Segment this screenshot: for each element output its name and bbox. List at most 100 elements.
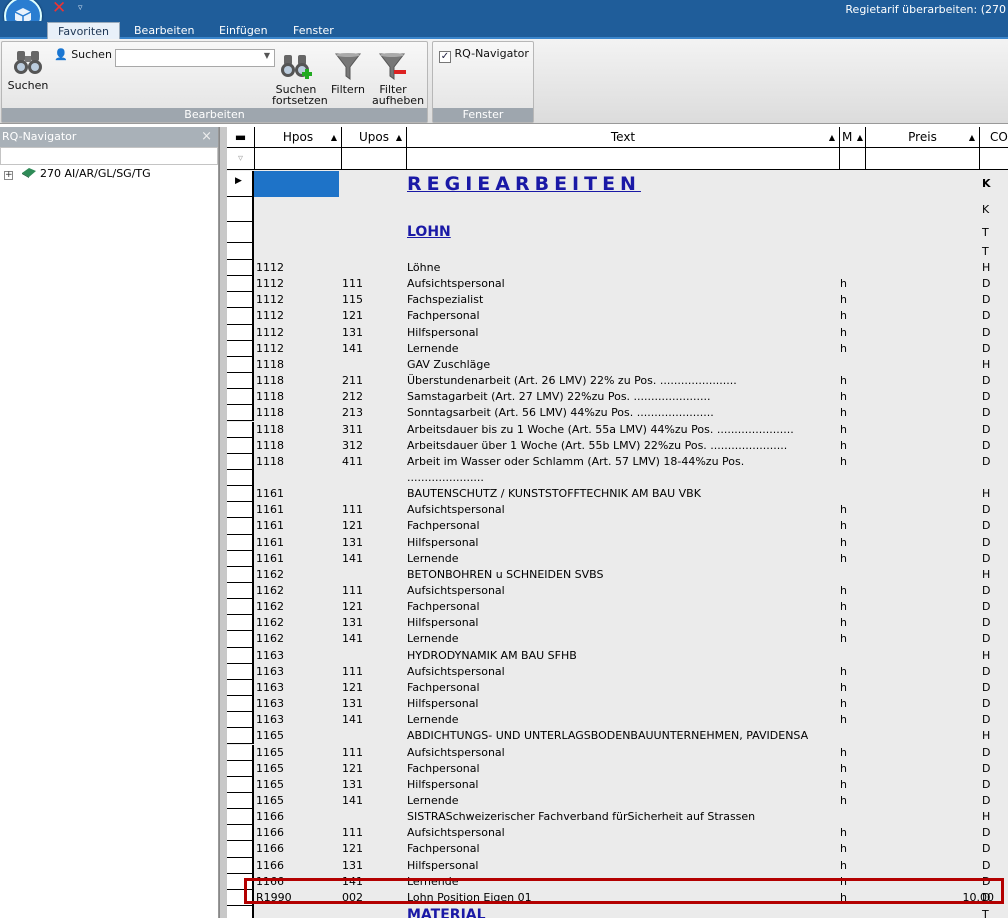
table-row[interactable]: K (254, 197, 1008, 222)
table-row[interactable]: 1165 111 Aufsichtspersonal h D (254, 745, 1008, 761)
table-row[interactable]: 1162 111 Aufsichtspersonal h D (254, 583, 1008, 599)
filtern-button[interactable]: Filtern (330, 52, 366, 95)
table-row[interactable]: 1163 121 Fachpersonal h D (254, 680, 1008, 696)
close-icon[interactable]: ✕ (52, 0, 66, 18)
table-row[interactable]: 1112 141 Lernende h D (254, 341, 1008, 357)
table-row[interactable]: 1162 121 Fachpersonal h D (254, 599, 1008, 615)
rq-navigator-checkbox[interactable]: ✓ RQ-Navigator (439, 48, 529, 63)
column-header-co[interactable]: CO (979, 127, 1008, 148)
row-selector[interactable] (227, 825, 254, 842)
column-chooser-button[interactable]: ▬ (227, 127, 254, 148)
table-row[interactable]: 1165 141 Lernende h D (254, 793, 1008, 809)
suchen-button[interactable]: Suchen (6, 48, 50, 91)
table-row[interactable]: 1118 411 Arbeit im Wasser oder Schlamm (Ar… (254, 454, 1008, 470)
row-selector[interactable] (227, 243, 254, 260)
tab-einfuegen[interactable]: Einfügen (219, 24, 268, 37)
row-selector[interactable] (227, 276, 254, 293)
row-selector[interactable] (227, 518, 254, 535)
table-row[interactable]: 1118 312 Arbeitsdauer über 1 Woche (Art. 5… (254, 438, 1008, 454)
row-selector[interactable] (227, 356, 254, 374)
row-selector[interactable] (227, 486, 254, 503)
column-header-preis[interactable]: Preis ▲ (865, 127, 979, 148)
suchen-person-button[interactable]: 👤 Suchen (54, 49, 112, 60)
navigator-search-input[interactable] (0, 147, 218, 165)
table-row[interactable]: 1163 HYDRODYNAMIK AM BAU SFHB H (254, 648, 1008, 664)
close-icon[interactable]: × (201, 127, 212, 147)
row-selector[interactable] (227, 663, 254, 680)
row-selector[interactable] (227, 615, 254, 632)
table-row[interactable]: 1161 111 Aufsichtspersonal h D (254, 502, 1008, 518)
row-selector[interactable] (227, 502, 254, 519)
row-selector[interactable] (227, 744, 254, 761)
table-row[interactable]: MATERIAL T (254, 906, 1008, 918)
row-selector[interactable] (227, 599, 254, 616)
table-row[interactable]: 1166 131 Hilfspersonal h D (254, 858, 1008, 874)
table-row[interactable]: 1118 213 Sonntagsarbeit (Art. 56 LMV) 44%z… (254, 405, 1008, 421)
table-row[interactable]: T (254, 243, 1008, 260)
column-header-upos[interactable]: Upos ▲ (341, 127, 406, 148)
row-selector[interactable] (227, 712, 254, 729)
row-selector[interactable] (227, 222, 254, 243)
table-row[interactable]: 1118 GAV Zuschläge H (254, 357, 1008, 373)
row-selector[interactable] (227, 324, 254, 341)
column-header-text[interactable]: Text ▲ (406, 127, 839, 148)
table-row[interactable]: ...................... (254, 470, 1008, 486)
row-selector[interactable] (227, 873, 254, 890)
row-selector[interactable] (227, 631, 254, 648)
row-selector[interactable] (227, 373, 254, 390)
row-selector[interactable] (227, 857, 254, 874)
row-selector[interactable] (227, 292, 254, 309)
filter-co-input[interactable] (979, 148, 1008, 170)
table-row[interactable]: 1112 111 Aufsichtspersonal h D (254, 276, 1008, 292)
row-selector[interactable] (227, 906, 254, 918)
table-row[interactable]: 1112 131 Hilfspersonal h D (254, 325, 1008, 341)
row-selector[interactable] (227, 889, 254, 906)
column-header-hpos[interactable]: Hpos ▲ (254, 127, 341, 148)
row-selector[interactable] (227, 776, 254, 793)
row-selector[interactable] (227, 679, 254, 697)
filter-preis-input[interactable] (865, 148, 979, 170)
table-row[interactable]: 1165 131 Hilfspersonal h D (254, 777, 1008, 793)
table-row[interactable]: 1161 BAUTENSCHUTZ / KUNSTSTOFFTECHNIK AM … (254, 486, 1008, 502)
row-selector[interactable] (227, 550, 254, 567)
row-selector[interactable] (227, 841, 254, 858)
table-row[interactable]: 1162 BETONBOHREN u SCHNEIDEN SVBS H (254, 567, 1008, 583)
search-combobox[interactable]: ▼ (115, 49, 275, 67)
current-cell[interactable] (254, 171, 339, 197)
table-row[interactable]: 1163 131 Hilfspersonal h D (254, 696, 1008, 712)
row-selector[interactable] (227, 566, 254, 583)
table-row[interactable]: 1112 Löhne H (254, 260, 1008, 276)
column-header-me[interactable]: M ▲ (839, 127, 865, 148)
table-row[interactable]: 1118 212 Samstagarbeit (Art. 27 LMV) 22%zu… (254, 389, 1008, 405)
table-row[interactable]: REGIEARBEITEN K (254, 171, 1008, 197)
row-selector[interactable] (227, 728, 254, 745)
row-selector[interactable] (227, 421, 254, 438)
row-selector[interactable] (227, 405, 254, 422)
table-row[interactable]: 1166 141 Lernende h D (254, 874, 1008, 890)
table-row[interactable]: 1161 121 Fachpersonal h D (254, 518, 1008, 534)
row-selector[interactable] (227, 389, 254, 406)
row-selector[interactable] (227, 809, 254, 826)
table-row[interactable]: 1161 131 Hilfspersonal h D (254, 535, 1008, 551)
row-selector[interactable] (227, 469, 254, 487)
tab-bearbeiten[interactable]: Bearbeiten (134, 24, 194, 37)
panel-splitter[interactable] (219, 127, 227, 918)
row-selector[interactable]: ▶ (227, 171, 254, 197)
row-selector[interactable] (227, 197, 254, 222)
table-row[interactable]: 1163 141 Lernende h D (254, 712, 1008, 728)
row-selector[interactable] (227, 437, 254, 454)
table-row[interactable]: R1990 002 Lohn Position Eigen 01 h 10.00 D (254, 890, 1008, 906)
expand-icon[interactable]: + (4, 171, 13, 180)
table-row[interactable]: 1161 141 Lernende h D (254, 551, 1008, 567)
table-row[interactable]: 1163 111 Aufsichtspersonal h D (254, 664, 1008, 680)
tree-node[interactable]: + 270 AI/AR/GL/SG/TG (0, 165, 218, 183)
table-row[interactable]: 1166 SISTRASchweizerischer Fachverband fü… (254, 809, 1008, 825)
row-selector[interactable] (227, 534, 254, 551)
row-selector[interactable] (227, 760, 254, 777)
row-selector[interactable] (227, 647, 254, 664)
row-selector[interactable] (227, 340, 254, 357)
table-row[interactable]: 1165 121 Fachpersonal h D (254, 761, 1008, 777)
quick-access-dropdown-icon[interactable]: ▿ (78, 3, 83, 13)
row-selector[interactable] (227, 696, 254, 713)
table-row[interactable]: 1112 121 Fachpersonal h D (254, 308, 1008, 324)
